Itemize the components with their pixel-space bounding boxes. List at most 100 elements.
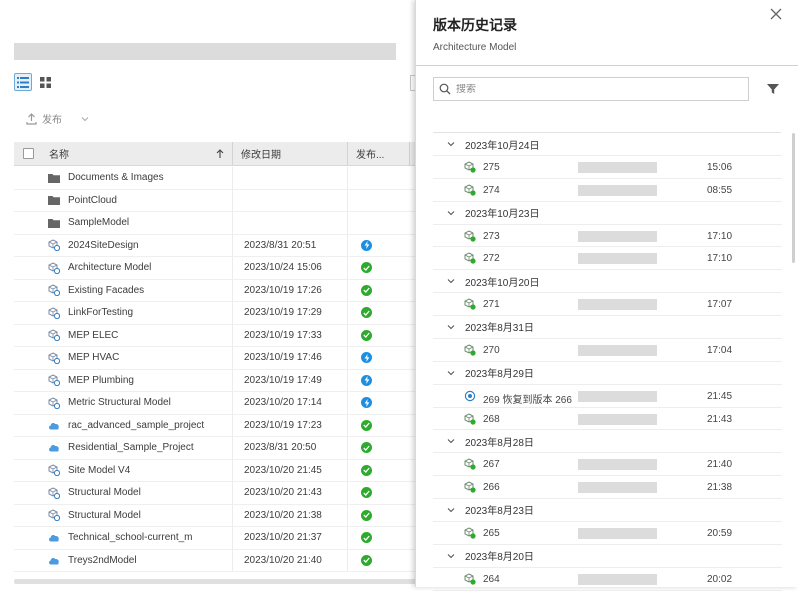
column-name-label: 名称 <box>49 150 69 161</box>
column-header-name[interactable]: 名称 <box>42 141 233 166</box>
date-cell: 2023/10/19 17:33 <box>233 324 348 346</box>
name-cell: Site Model V4 <box>14 459 233 481</box>
horizontal-scrollbar[interactable] <box>14 579 420 584</box>
column-header-date[interactable]: 修改日期 <box>233 141 348 166</box>
close-button[interactable] <box>768 6 784 22</box>
status-cell <box>348 437 420 459</box>
published-status-icon <box>361 442 372 454</box>
version-row[interactable]: 265 20:59 <box>433 522 782 545</box>
published-status-icon <box>361 464 372 476</box>
table-row[interactable]: Treys2ndModel 2023/10/20 21:40 <box>14 549 420 572</box>
grid-view-button[interactable] <box>36 73 54 91</box>
model-version-icon <box>464 344 476 359</box>
table-row[interactable]: Residential_Sample_Project 2023/8/31 20:5… <box>14 437 420 460</box>
version-row[interactable]: 272 17:10 <box>433 247 782 271</box>
status-cell <box>348 370 420 392</box>
file-name[interactable]: Architecture Model <box>68 262 151 273</box>
search-field[interactable] <box>433 77 749 101</box>
chevron-down-icon <box>447 553 455 559</box>
file-name[interactable]: Metric Structural Model <box>68 397 171 408</box>
version-row[interactable]: 267 21:40 <box>433 453 782 477</box>
select-all-checkbox[interactable] <box>14 142 42 166</box>
name-cell: Structural Model <box>14 482 233 504</box>
file-name[interactable]: Documents & Images <box>68 172 164 183</box>
name-cell: Technical_school-current_m <box>14 527 233 549</box>
column-header-status[interactable]: 发布... <box>348 141 410 166</box>
version-row[interactable]: 268 21:43 <box>433 408 782 431</box>
name-cell: LinkForTesting <box>14 302 233 324</box>
date-group-header[interactable]: 2023年8月29日 <box>433 362 782 385</box>
cloud-model-icon <box>48 533 60 542</box>
version-row[interactable]: 271 17:07 <box>433 293 782 316</box>
file-name[interactable]: Residential_Sample_Project <box>68 442 194 453</box>
date-group-header[interactable]: 2023年8月20日 <box>433 545 782 568</box>
file-name[interactable]: rac_advanced_sample_project <box>68 420 204 431</box>
table-row[interactable]: Metric Structural Model 2023/10/20 17:14 <box>14 392 420 415</box>
column-status-label: 发布... <box>356 150 385 161</box>
table-row[interactable]: 2024SiteDesign 2023/8/31 20:51 <box>14 234 420 257</box>
filter-icon[interactable] <box>766 82 780 96</box>
table-row[interactable]: MEP HVAC 2023/10/19 17:46 <box>14 347 420 370</box>
table-row[interactable]: LinkForTesting 2023/10/19 17:29 <box>14 302 420 325</box>
file-name[interactable]: MEP ELEC <box>68 330 118 341</box>
model-version-icon <box>464 458 476 473</box>
table-row[interactable]: Architecture Model 2023/10/24 15:06 <box>14 257 420 280</box>
version-row[interactable]: 266 21:38 <box>433 476 782 499</box>
file-name[interactable]: Structural Model <box>68 510 141 521</box>
version-row[interactable]: 273 17:10 <box>433 225 782 248</box>
table-row[interactable]: Structural Model 2023/10/20 21:43 <box>14 482 420 505</box>
list-view-button[interactable] <box>14 73 32 91</box>
version-time: 17:10 <box>707 253 733 265</box>
file-name[interactable]: 2024SiteDesign <box>68 240 139 251</box>
table-row[interactable]: Technical_school-current_m 2023/10/20 21:… <box>14 527 420 550</box>
modified-date: 2023/10/20 21:40 <box>244 554 322 566</box>
model-version-icon <box>464 184 476 199</box>
file-name[interactable]: SampleModel <box>68 217 129 228</box>
file-name[interactable]: PointCloud <box>68 195 117 206</box>
name-cell: Residential_Sample_Project <box>14 437 233 459</box>
date-group-label: 2023年8月28日 <box>465 437 534 449</box>
file-name[interactable]: Treys2ndModel <box>68 555 137 566</box>
version-row[interactable]: 264 20:02 <box>433 568 782 591</box>
model-icon <box>48 239 60 252</box>
modified-date: 2023/10/24 15:06 <box>244 262 322 274</box>
version-row[interactable]: 274 08:55 <box>433 179 782 202</box>
vertical-scrollbar[interactable] <box>792 133 795 263</box>
table-row[interactable]: MEP ELEC 2023/10/19 17:33 <box>14 324 420 347</box>
file-name[interactable]: Structural Model <box>68 487 141 498</box>
file-name[interactable]: Site Model V4 <box>68 465 130 476</box>
status-cell <box>348 347 420 369</box>
table-row[interactable]: rac_advanced_sample_project 2023/10/19 17… <box>14 414 420 437</box>
modified-date: 2023/10/20 21:38 <box>244 509 322 521</box>
file-name[interactable]: MEP Plumbing <box>68 375 134 386</box>
file-name[interactable]: Existing Facades <box>68 285 144 296</box>
status-cell <box>348 302 420 324</box>
file-name[interactable]: Technical_school-current_m <box>68 532 193 543</box>
table-row[interactable]: PointCloud <box>14 189 420 212</box>
table-row[interactable]: Existing Facades 2023/10/19 17:26 <box>14 279 420 302</box>
status-cell <box>348 415 420 437</box>
author-placeholder <box>578 253 657 265</box>
file-name[interactable]: LinkForTesting <box>68 307 133 318</box>
version-row[interactable]: 270 17:04 <box>433 339 782 362</box>
date-group-header[interactable]: 2023年8月31日 <box>433 316 782 339</box>
date-group-header[interactable]: 2023年10月20日 <box>433 270 782 294</box>
date-group-header[interactable]: 2023年8月23日 <box>433 499 782 522</box>
file-name[interactable]: MEP HVAC <box>68 352 119 363</box>
version-number: 265 <box>483 527 500 539</box>
table-row[interactable]: MEP Plumbing 2023/10/19 17:49 <box>14 369 420 392</box>
date-group-header[interactable]: 2023年10月24日 <box>433 133 782 156</box>
table-row[interactable]: Site Model V4 2023/10/20 21:45 <box>14 459 420 482</box>
date-cell: 2023/10/19 17:29 <box>233 302 348 324</box>
publish-button[interactable]: 发布 <box>26 111 89 126</box>
version-row[interactable]: 269 恢复到版本 266 21:45 <box>433 385 782 408</box>
date-group-header[interactable]: 2023年10月23日 <box>433 202 782 225</box>
table-row[interactable]: Structural Model 2023/10/20 21:38 <box>14 504 420 527</box>
model-icon <box>48 262 60 274</box>
name-cell: Treys2ndModel <box>14 549 233 571</box>
table-row[interactable]: Documents & Images <box>14 167 420 190</box>
table-row[interactable]: SampleModel <box>14 212 420 235</box>
version-row[interactable]: 275 15:06 <box>433 156 782 179</box>
search-input[interactable] <box>456 83 726 95</box>
date-group-header[interactable]: 2023年8月28日 <box>433 430 782 454</box>
